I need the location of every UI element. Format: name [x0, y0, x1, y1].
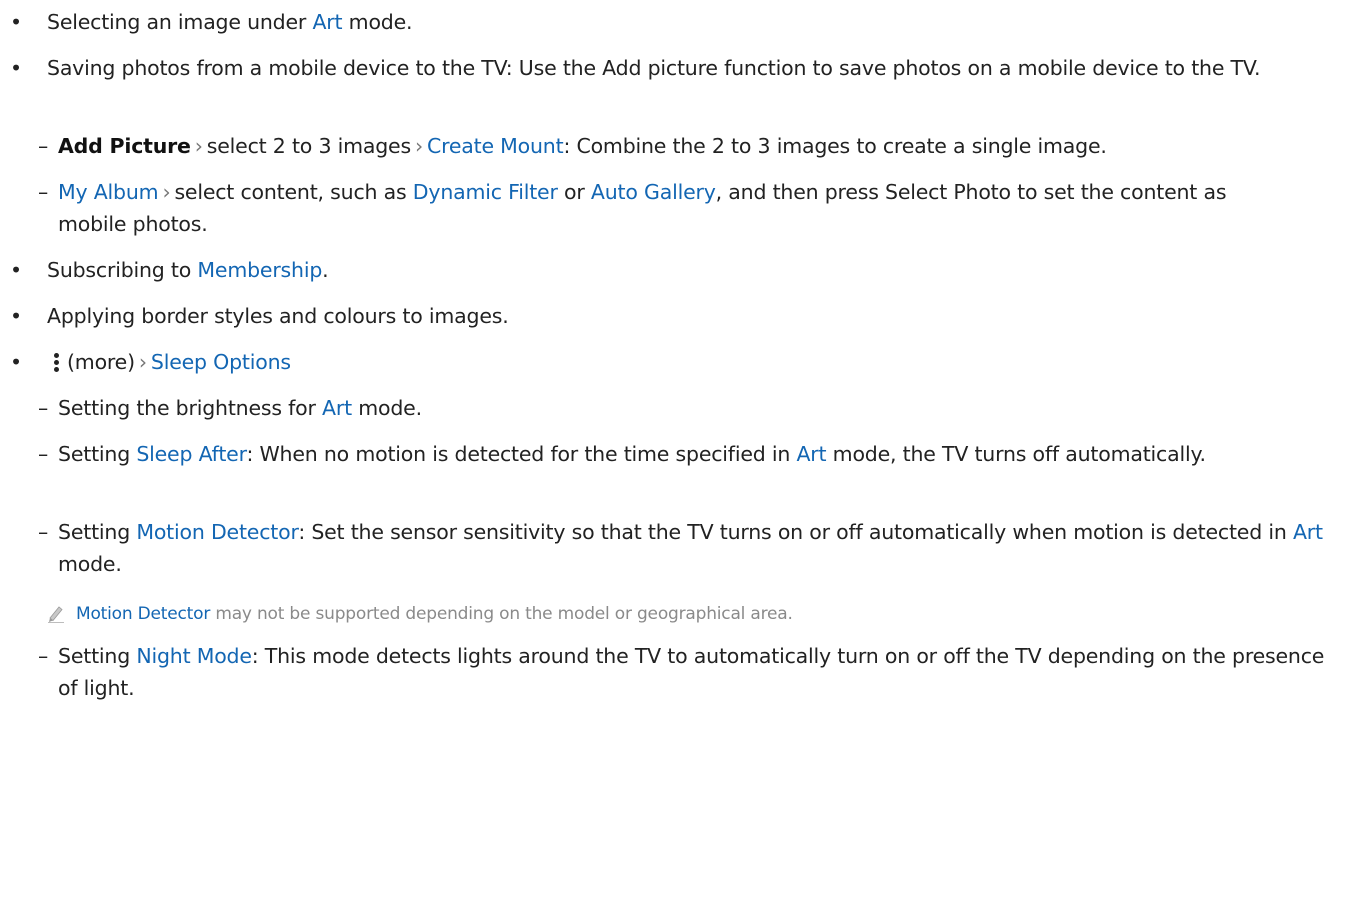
text-run: Applying border styles and colours to im…	[47, 304, 509, 328]
menu-path-link: Motion Detector	[76, 604, 211, 624]
text-run: Setting the brightness for	[58, 396, 323, 420]
list-item: – Setting Sleep After: When no motion is …	[0, 438, 1300, 470]
dash-icon: –	[38, 180, 49, 204]
menu-path-link: Night Mode	[136, 644, 252, 668]
menu-path-link: Dynamic Filter	[412, 180, 558, 204]
dash-icon: –	[38, 134, 49, 158]
list-item: – Setting Motion Detector: Set the sensor…	[0, 516, 1348, 580]
text-run: mode, the TV turns off automatically.	[826, 442, 1206, 466]
item-text: (more) › Sleep Options	[47, 350, 291, 374]
list-item: – Setting Night Mode: This mode detects l…	[0, 640, 1340, 704]
item-text: Subscribing to Membership.	[47, 258, 329, 282]
menu-path-link: Art	[1292, 520, 1323, 544]
menu-path-link: Art	[322, 396, 352, 420]
menu-path-link: Create Mount	[426, 134, 564, 158]
text-run: : When no motion is detected for the tim…	[246, 442, 797, 466]
bullet-icon: •	[10, 350, 22, 374]
list-item: • Applying border styles and colours to i…	[0, 300, 1360, 332]
text-run: Selecting an image under	[47, 10, 313, 34]
chevron-right-icon: ›	[162, 180, 171, 204]
text-run: or	[557, 180, 591, 204]
item-text: Setting Sleep After: When no motion is d…	[58, 442, 1206, 466]
text-run: select content, such as	[174, 180, 413, 204]
text-run: : Combine the 2 to 3 images to create a …	[563, 134, 1107, 158]
item-text: Motion Detector may not be supported dep…	[76, 604, 793, 624]
text-run: .	[322, 258, 329, 282]
text-run: (more)	[67, 350, 135, 374]
list-item: • (more) › Sleep Options	[0, 346, 1360, 378]
item-text: Add Picture › select 2 to 3 images › Create …	[58, 134, 1107, 158]
menu-path-link: Art	[312, 10, 343, 34]
menu-path-link: My Album	[58, 180, 159, 204]
dash-icon: –	[38, 442, 49, 466]
bullet-icon: •	[10, 258, 22, 282]
text-run: Setting	[58, 520, 137, 544]
chevron-right-icon: ›	[414, 134, 423, 158]
item-text: Applying border styles and colours to im…	[47, 304, 509, 328]
text-run: : Set the sensor sensitivity so that the…	[298, 520, 1293, 544]
text-run: select 2 to 3 images	[206, 134, 411, 158]
dash-icon: –	[38, 644, 49, 668]
note-item: Motion Detector may not be supported dep…	[0, 596, 1360, 630]
text-run: Setting	[58, 442, 137, 466]
more-options-icon	[53, 352, 59, 372]
list-item: – Add Picture › select 2 to 3 images › Create…	[0, 130, 1360, 162]
item-text: My Album › select content, such as Dynamic…	[58, 180, 1227, 236]
text-run: Saving photos from a mobile device to th…	[47, 56, 1261, 80]
list-item: • Subscribing to Membership.	[0, 254, 1360, 286]
bullet-icon: •	[10, 304, 22, 328]
list-item: • Saving photos from a mobile device to t…	[0, 52, 1340, 84]
menu-path-link: Art	[796, 442, 827, 466]
menu-path-label: Add Picture	[58, 134, 191, 158]
text-run: Subscribing to	[47, 258, 198, 282]
menu-path-link: Auto Gallery	[590, 180, 716, 204]
text-run: may not be supported depending on the mo…	[210, 604, 793, 624]
list-item: – Setting the brightness for Art mode.	[0, 392, 1360, 424]
list-item: – My Album › select content, such as Dynami…	[0, 176, 1300, 240]
text-run: mode.	[351, 396, 422, 420]
chevron-right-icon: ›	[194, 134, 203, 158]
menu-path-link: Sleep After	[136, 442, 247, 466]
bullet-icon: •	[10, 10, 22, 34]
dash-icon: –	[38, 396, 49, 420]
text-run: mode.	[58, 552, 122, 576]
item-text: Selecting an image under Art mode.	[47, 10, 413, 34]
item-text: Setting Night Mode: This mode detects li…	[58, 644, 1324, 700]
chevron-right-icon: ›	[138, 350, 147, 374]
document-page: • Selecting an image under Art mode. • Sav…	[0, 0, 1360, 921]
menu-path-link: Sleep Options	[150, 350, 291, 374]
bullet-icon: •	[10, 56, 22, 80]
item-text: Saving photos from a mobile device to th…	[47, 56, 1261, 80]
text-run: mode.	[342, 10, 413, 34]
pencil-note-icon	[47, 600, 65, 623]
list-item: • Selecting an image under Art mode.	[0, 6, 1360, 38]
menu-path-link: Membership	[197, 258, 323, 282]
text-run: Setting	[58, 644, 137, 668]
item-text: Setting Motion Detector: Set the sensor …	[58, 520, 1323, 576]
menu-path-link: Motion Detector	[136, 520, 299, 544]
dash-icon: –	[38, 520, 49, 544]
item-text: Setting the brightness for Art mode.	[58, 396, 422, 420]
